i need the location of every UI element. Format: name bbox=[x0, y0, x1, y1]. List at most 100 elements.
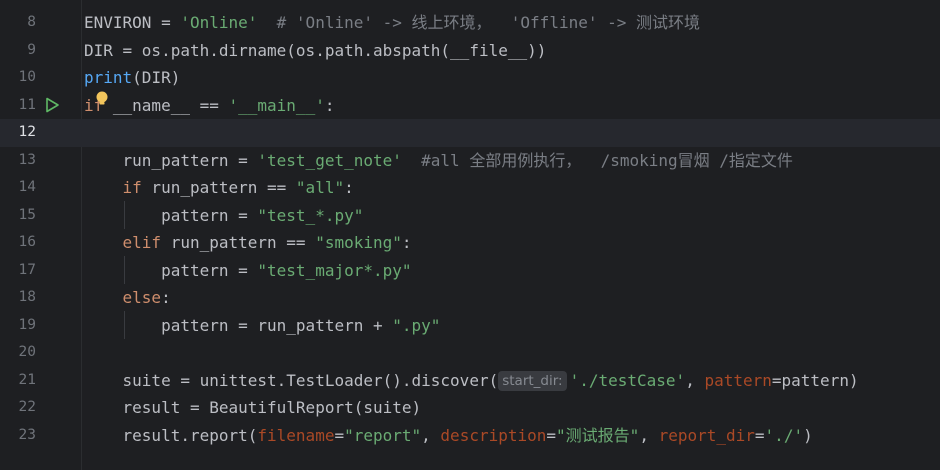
line-number: 9 bbox=[27, 41, 36, 58]
code-token: run_pattern = bbox=[84, 150, 258, 170]
code-line[interactable]: 13 run_pattern = 'test_get_note' #all 全部… bbox=[0, 147, 940, 175]
code-token: , bbox=[639, 425, 659, 445]
code-line[interactable]: 10 print(DIR) bbox=[0, 64, 940, 92]
line-number: 17 bbox=[18, 261, 36, 278]
code-token: __name__ == bbox=[103, 95, 229, 115]
code-token: pattern bbox=[704, 370, 772, 390]
code-token: ) bbox=[803, 425, 813, 445]
code-token: "all" bbox=[295, 178, 345, 197]
line-number: 14 bbox=[18, 179, 36, 195]
code-line[interactable]: 18 else: bbox=[0, 284, 940, 312]
run-icon[interactable] bbox=[44, 97, 60, 113]
line-number: 13 bbox=[18, 151, 36, 168]
code-token: #all 全部用例执行， /smoking冒烟 /指定文件 bbox=[421, 150, 793, 170]
code-token: : bbox=[344, 178, 354, 197]
code-text[interactable]: DIR = os.path.dirname(os.path.abspath(__… bbox=[84, 37, 546, 65]
code-token: = bbox=[546, 425, 557, 445]
code-token: : bbox=[161, 288, 171, 307]
line-number: 19 bbox=[18, 316, 36, 333]
code-token: print bbox=[84, 68, 133, 87]
code-text[interactable]: pattern = run_pattern + ".py" bbox=[84, 312, 440, 340]
line-number: 21 bbox=[18, 371, 36, 388]
line-number: 20 bbox=[18, 344, 36, 360]
code-token: './testCase' bbox=[569, 370, 686, 390]
code-token: if bbox=[122, 178, 142, 197]
code-token: ".py" bbox=[392, 315, 441, 335]
code-line[interactable]: 11 if __name__ == '__main__': bbox=[0, 92, 940, 120]
code-token: "smoking" bbox=[315, 233, 402, 252]
code-line[interactable]: 12 bbox=[0, 119, 940, 147]
code-line[interactable]: 22 result = BeautifulReport(suite) bbox=[0, 394, 940, 422]
code-token: suite = unittest.TestLoader().discover( bbox=[84, 370, 499, 390]
code-line[interactable]: 19 pattern = run_pattern + ".py" bbox=[0, 312, 940, 340]
code-token: 'test_get_note' bbox=[257, 150, 402, 170]
code-text[interactable]: ENVIRON = 'Online' # 'Online' -> 线上环境， '… bbox=[84, 9, 700, 37]
code-token: , bbox=[421, 425, 441, 445]
code-token: filename bbox=[257, 425, 335, 445]
code-line[interactable]: 8 ENVIRON = 'Online' # 'Online' -> 线上环境， … bbox=[0, 9, 940, 37]
indent-guide bbox=[124, 311, 125, 339]
code-text[interactable]: pattern = "test_major*.py" bbox=[84, 257, 412, 285]
line-number: 8 bbox=[27, 14, 36, 30]
indent-guide bbox=[124, 201, 125, 229]
line-number: 23 bbox=[18, 426, 36, 443]
code-token: "report" bbox=[344, 425, 422, 445]
code-line[interactable]: 17 pattern = "test_major*.py" bbox=[0, 257, 940, 285]
line-number: 16 bbox=[18, 234, 36, 250]
code-token: pattern = run_pattern + bbox=[84, 315, 393, 335]
code-line[interactable]: 16 elif run_pattern == "smoking": bbox=[0, 229, 940, 257]
line-number: 18 bbox=[18, 289, 36, 305]
code-token: "test_*.py" bbox=[257, 205, 364, 225]
code-text[interactable]: elif run_pattern == "smoking": bbox=[84, 229, 412, 257]
line-number: 12 bbox=[18, 124, 36, 140]
code-token: run_pattern == bbox=[141, 178, 296, 197]
code-token: '__main__' bbox=[228, 95, 325, 115]
code-line[interactable]: 14 if run_pattern == "all": bbox=[0, 174, 940, 202]
code-text[interactable]: result = BeautifulReport(suite) bbox=[84, 394, 422, 422]
code-line[interactable]: 23 result.report(filename="report", desc… bbox=[0, 422, 940, 450]
code-token: "测试报告" bbox=[556, 425, 640, 445]
code-editor[interactable]: 8 ENVIRON = 'Online' # 'Online' -> 线上环境， … bbox=[0, 0, 940, 470]
code-token: ENVIRON = bbox=[84, 13, 181, 32]
code-token: elif bbox=[122, 233, 162, 252]
code-text[interactable]: result.report(filename="report", descrip… bbox=[84, 422, 813, 450]
code-token: = bbox=[334, 425, 345, 445]
code-token: DIR = os.path.dirname(os.path.abspath(__… bbox=[84, 40, 547, 60]
code-token: './' bbox=[764, 425, 804, 445]
code-text[interactable]: if __name__ == '__main__': bbox=[84, 92, 334, 120]
code-text[interactable]: if run_pattern == "all": bbox=[84, 174, 354, 202]
code-line[interactable]: 15 pattern = "test_*.py" bbox=[0, 202, 940, 230]
line-number: 22 bbox=[18, 399, 36, 415]
code-token: =pattern) bbox=[771, 370, 859, 390]
code-token: result = BeautifulReport(suite) bbox=[84, 398, 422, 417]
code-token: result.report( bbox=[84, 425, 258, 445]
code-token: pattern = bbox=[84, 260, 258, 280]
code-token: = bbox=[754, 425, 765, 445]
code-token: 'Online' bbox=[180, 13, 258, 32]
indent-guide bbox=[124, 256, 125, 284]
code-token: "test_major*.py" bbox=[257, 260, 412, 280]
code-line[interactable]: 21 suite = unittest.TestLoader().discove… bbox=[0, 367, 940, 395]
parameter-hint: start_dir: bbox=[498, 370, 567, 391]
code-token: : bbox=[401, 233, 412, 252]
code-text[interactable]: run_pattern = 'test_get_note' #all 全部用例执… bbox=[84, 147, 793, 175]
code-token: description bbox=[440, 425, 547, 445]
code-text[interactable]: pattern = "test_*.py" bbox=[84, 202, 363, 230]
code-token: run_pattern == bbox=[161, 233, 316, 252]
code-line[interactable]: 20 bbox=[0, 339, 940, 367]
line-number: 10 bbox=[18, 69, 36, 85]
code-text[interactable]: print(DIR) bbox=[84, 64, 180, 92]
code-token: # 'Online' -> 线上环境， 'Offline' -> 测试环境 bbox=[276, 13, 701, 32]
code-token: pattern = bbox=[84, 205, 258, 225]
code-token: (DIR) bbox=[132, 68, 181, 87]
code-token: , bbox=[685, 370, 705, 390]
code-text[interactable]: else: bbox=[84, 284, 171, 312]
code-text[interactable]: suite = unittest.TestLoader().discover(s… bbox=[84, 367, 859, 395]
lightbulb-icon[interactable] bbox=[95, 91, 109, 107]
code-line[interactable]: 9 DIR = os.path.dirname(os.path.abspath(_… bbox=[0, 37, 940, 65]
